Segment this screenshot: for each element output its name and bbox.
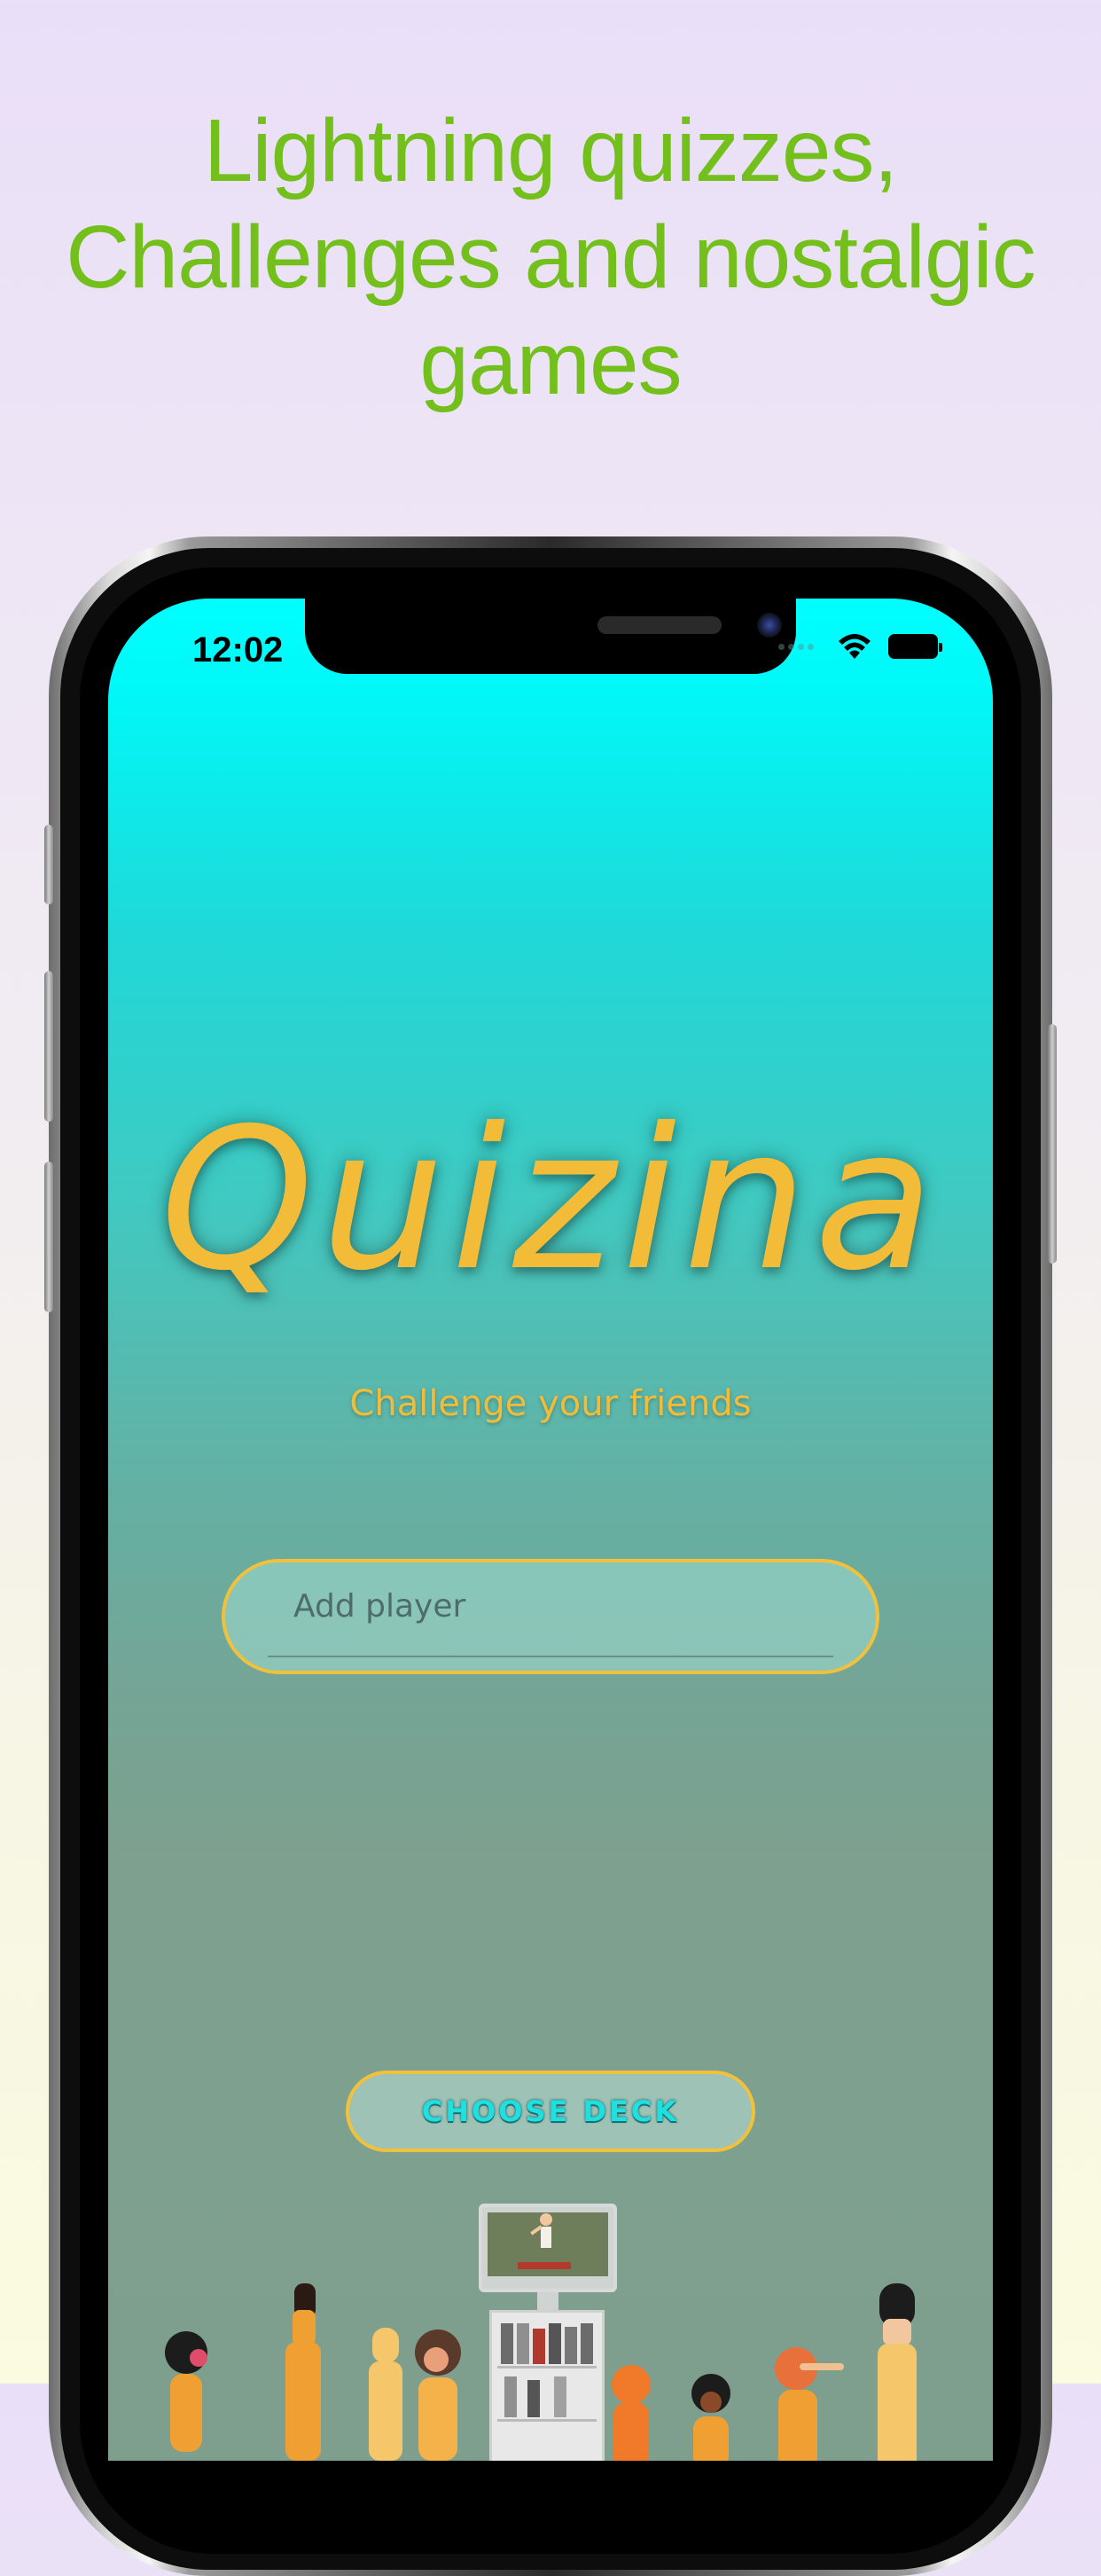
person-left-2 <box>285 2283 321 2461</box>
phone-volume-down <box>44 1162 53 1312</box>
headline-line-2: Challenges and nostalgic <box>66 207 1035 307</box>
choose-deck-button[interactable]: CHOOSE DECK <box>346 2071 755 2152</box>
people-illustration <box>108 2204 993 2461</box>
headline-line-1: Lightning quizzes, <box>203 101 899 200</box>
tv-illustration <box>479 2204 617 2292</box>
app-tagline: Challenge your friends <box>349 1383 752 1424</box>
add-player-field[interactable] <box>222 1559 879 1674</box>
person-left-3 <box>369 2328 402 2461</box>
person-left-1 <box>165 2331 207 2452</box>
headline-line-3: games <box>419 314 682 413</box>
add-player-input[interactable] <box>292 1578 792 1633</box>
person-right-4 <box>878 2283 917 2461</box>
app-screen: 12:02 Quizina Challenge your friends CHO… <box>108 599 993 2461</box>
phone-power-button <box>1048 1024 1057 1264</box>
person-left-4 <box>415 2329 461 2461</box>
person-right-1 <box>612 2365 651 2461</box>
tv-stand <box>537 2292 558 2310</box>
app-logo: Quizina <box>160 1086 941 1313</box>
phone-volume-up <box>44 971 53 1122</box>
bookshelf-illustration <box>489 2310 605 2461</box>
person-right-3 <box>775 2347 844 2461</box>
marketing-headline: Lightning quizzes, Challenges and nostal… <box>0 98 1101 417</box>
phone-silent-switch <box>44 825 53 904</box>
wifi-icon <box>839 634 871 659</box>
input-underline <box>268 1656 833 1657</box>
person-right-2 <box>691 2374 730 2461</box>
battery-icon <box>888 634 942 659</box>
status-icons <box>778 632 942 661</box>
speaker-grille <box>597 616 722 634</box>
signal-dots-icon <box>778 643 814 650</box>
status-time: 12:02 <box>192 630 284 669</box>
phone-notch <box>305 599 796 674</box>
